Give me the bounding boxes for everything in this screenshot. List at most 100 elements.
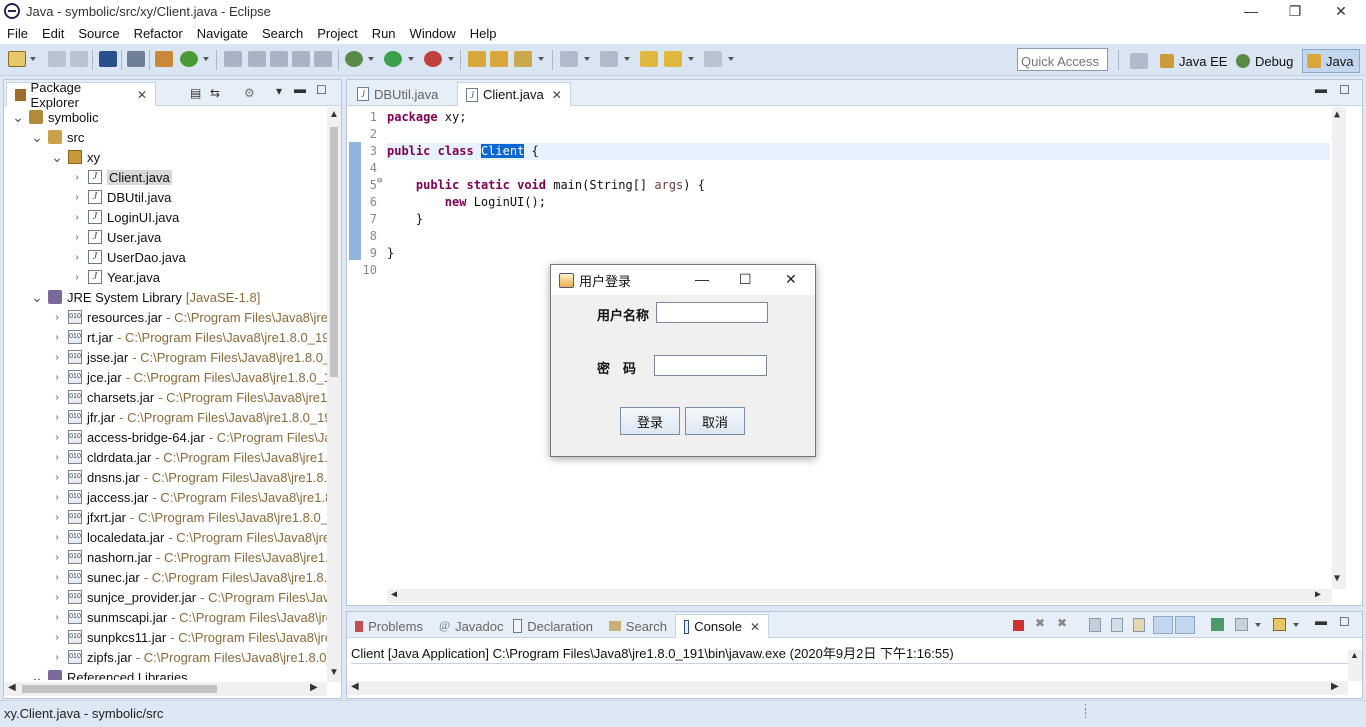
- vertical-scrollbar[interactable]: ▲ ▼: [327, 107, 341, 682]
- chevron-right-icon[interactable]: ›: [51, 612, 63, 623]
- tree-item[interactable]: ⌄ xy: [51, 147, 100, 167]
- tree-item[interactable]: ⌄ symbolic: [12, 107, 98, 127]
- tree-item[interactable]: › 010 jfxrt.jar - C:\Program Files\Java8\jr…: [51, 507, 329, 527]
- menu-refactor[interactable]: Refactor: [127, 26, 190, 41]
- menu-help[interactable]: Help: [463, 26, 504, 41]
- chevron-right-icon[interactable]: ›: [51, 352, 63, 363]
- chevron-right-icon[interactable]: ›: [51, 652, 63, 663]
- dialog-title-bar[interactable]: 用户登录 — ☐ ✕: [551, 265, 815, 295]
- quick-access-input[interactable]: [1017, 48, 1108, 71]
- remove-launch-icon[interactable]: ✖: [1035, 616, 1045, 630]
- menu-search[interactable]: Search: [255, 26, 310, 41]
- minimize-console-icon[interactable]: ▬: [1315, 614, 1327, 628]
- menu-edit[interactable]: Edit: [35, 26, 71, 41]
- tree-item[interactable]: › 010 resources.jar - C:\Program Files\Java…: [51, 307, 329, 327]
- chevron-down-icon[interactable]: ⌄: [12, 110, 24, 124]
- pin-console-icon[interactable]: [1211, 618, 1224, 631]
- forward-dropdown-icon[interactable]: [728, 57, 734, 61]
- chevron-right-icon[interactable]: ›: [51, 472, 63, 483]
- tree-item[interactable]: › 010 sunmscapi.jar - C:\Program Files\Java…: [51, 607, 329, 627]
- chevron-right-icon[interactable]: ›: [71, 252, 83, 263]
- debug-dropdown-icon[interactable]: [368, 57, 374, 61]
- chevron-right-icon[interactable]: ›: [51, 392, 63, 403]
- chevron-right-icon[interactable]: ›: [71, 212, 83, 223]
- next-annotation-icon[interactable]: [560, 51, 578, 67]
- last-edit-icon[interactable]: [640, 51, 658, 67]
- login-button[interactable]: 登录: [620, 407, 680, 435]
- open-perspective-icon[interactable]: [1130, 53, 1148, 69]
- maximize-console-icon[interactable]: ☐: [1339, 615, 1350, 629]
- back-dropdown-icon[interactable]: [688, 57, 694, 61]
- chevron-right-icon[interactable]: ›: [51, 512, 63, 523]
- editor-horizontal-scrollbar[interactable]: ◀ ▶: [387, 589, 1332, 603]
- back-icon[interactable]: [664, 51, 682, 67]
- open-task-icon[interactable]: [490, 51, 508, 67]
- external-tools-dropdown-icon[interactable]: [448, 57, 454, 61]
- menu-source[interactable]: Source: [71, 26, 126, 41]
- external-tools-icon[interactable]: [424, 51, 442, 67]
- word-wrap-icon[interactable]: [1133, 618, 1145, 632]
- debug-icon[interactable]: [345, 51, 363, 67]
- open-console-dropdown-icon[interactable]: [1293, 623, 1299, 627]
- password-field[interactable]: [654, 355, 767, 376]
- chevron-right-icon[interactable]: ›: [71, 272, 83, 283]
- show-on-stdout-icon[interactable]: [1153, 616, 1173, 634]
- tree-item[interactable]: › J LoginUI.java: [71, 207, 179, 227]
- display-console-icon[interactable]: [1235, 618, 1248, 631]
- clear-console-icon[interactable]: [1089, 618, 1101, 632]
- chevron-right-icon[interactable]: ›: [51, 412, 63, 423]
- new-java-package-icon[interactable]: [155, 51, 173, 67]
- previous-annotation-dropdown-icon[interactable]: [624, 57, 630, 61]
- tree-item[interactable]: › J Client.java: [71, 167, 172, 187]
- view-dropdown-icon[interactable]: ▾: [276, 84, 282, 98]
- maximize-editor-icon[interactable]: ☐: [1339, 83, 1350, 97]
- perspective-debug[interactable]: Debug: [1236, 49, 1293, 73]
- tab-package-explorer[interactable]: Package Explorer ✕: [6, 80, 156, 110]
- minimize-view-icon[interactable]: ▬: [294, 82, 306, 96]
- chevron-right-icon[interactable]: ›: [71, 172, 83, 183]
- tree-item[interactable]: › J User.java: [71, 227, 161, 247]
- tree-item[interactable]: › 010 sunjce_provider.jar - C:\Program File…: [51, 587, 329, 607]
- tree-item[interactable]: › J Year.java: [71, 267, 160, 287]
- close-icon[interactable]: ✕: [137, 88, 147, 102]
- collapse-all-icon[interactable]: ▤: [190, 86, 201, 100]
- show-source-icon[interactable]: [314, 51, 332, 67]
- tab-problems[interactable]: Problems: [347, 614, 431, 638]
- chevron-right-icon[interactable]: ›: [51, 452, 63, 463]
- show-on-stderr-icon[interactable]: [1175, 616, 1195, 634]
- terminate-icon[interactable]: [1013, 620, 1024, 631]
- tab-declaration[interactable]: Declaration: [505, 614, 601, 638]
- tree-item[interactable]: › 010 dnsns.jar - C:\Program Files\Java8\jr…: [51, 467, 329, 487]
- tree-item[interactable]: › 010 localedata.jar - C:\Program Files\Jav…: [51, 527, 329, 547]
- menu-window[interactable]: Window: [403, 26, 463, 41]
- new-java-class-icon[interactable]: [180, 51, 198, 67]
- run-dropdown-icon[interactable]: [408, 57, 414, 61]
- tree-item[interactable]: › J UserDao.java: [71, 247, 185, 267]
- remove-all-launches-icon[interactable]: ✖: [1057, 616, 1067, 630]
- scrollbar-thumb[interactable]: [330, 127, 338, 377]
- perspective-java[interactable]: Java: [1302, 49, 1361, 73]
- chevron-right-icon[interactable]: ›: [51, 532, 63, 543]
- hscroll-thumb[interactable]: [22, 685, 217, 693]
- tree-item[interactable]: › 010 jce.jar - C:\Program Files\Java8\jre1…: [51, 367, 329, 387]
- tree-item[interactable]: ⌄ src: [31, 127, 84, 147]
- chevron-down-icon[interactable]: ⌄: [31, 130, 43, 144]
- previous-annotation-icon[interactable]: [600, 51, 618, 67]
- tree-item[interactable]: › 010 rt.jar - C:\Program Files\Java8\jre1.…: [51, 327, 329, 347]
- view-menu-icon[interactable]: ⚙: [244, 86, 255, 100]
- console-vertical-scrollbar[interactable]: ▲: [1348, 650, 1362, 681]
- chevron-right-icon[interactable]: ›: [51, 552, 63, 563]
- forward-icon[interactable]: [704, 51, 722, 67]
- close-button[interactable]: ✕: [1318, 0, 1364, 22]
- menu-navigate[interactable]: Navigate: [190, 26, 255, 41]
- minimize-editor-icon[interactable]: ▬: [1315, 82, 1327, 96]
- tree-item[interactable]: › 010 access-bridge-64.jar - C:\Program Fil…: [51, 427, 329, 447]
- display-console-dropdown-icon[interactable]: [1255, 623, 1261, 627]
- close-icon[interactable]: ✕: [750, 620, 760, 634]
- next-annotation-dropdown-icon[interactable]: [584, 57, 590, 61]
- tree-item[interactable]: › 010 jaccess.jar - C:\Program Files\Java8\…: [51, 487, 329, 507]
- chevron-right-icon[interactable]: ›: [51, 572, 63, 583]
- toggle-mark-icon[interactable]: [224, 51, 242, 67]
- chevron-right-icon[interactable]: ›: [51, 492, 63, 503]
- tree-item[interactable]: › 010 zipfs.jar - C:\Program Files\Java8\jr…: [51, 647, 329, 667]
